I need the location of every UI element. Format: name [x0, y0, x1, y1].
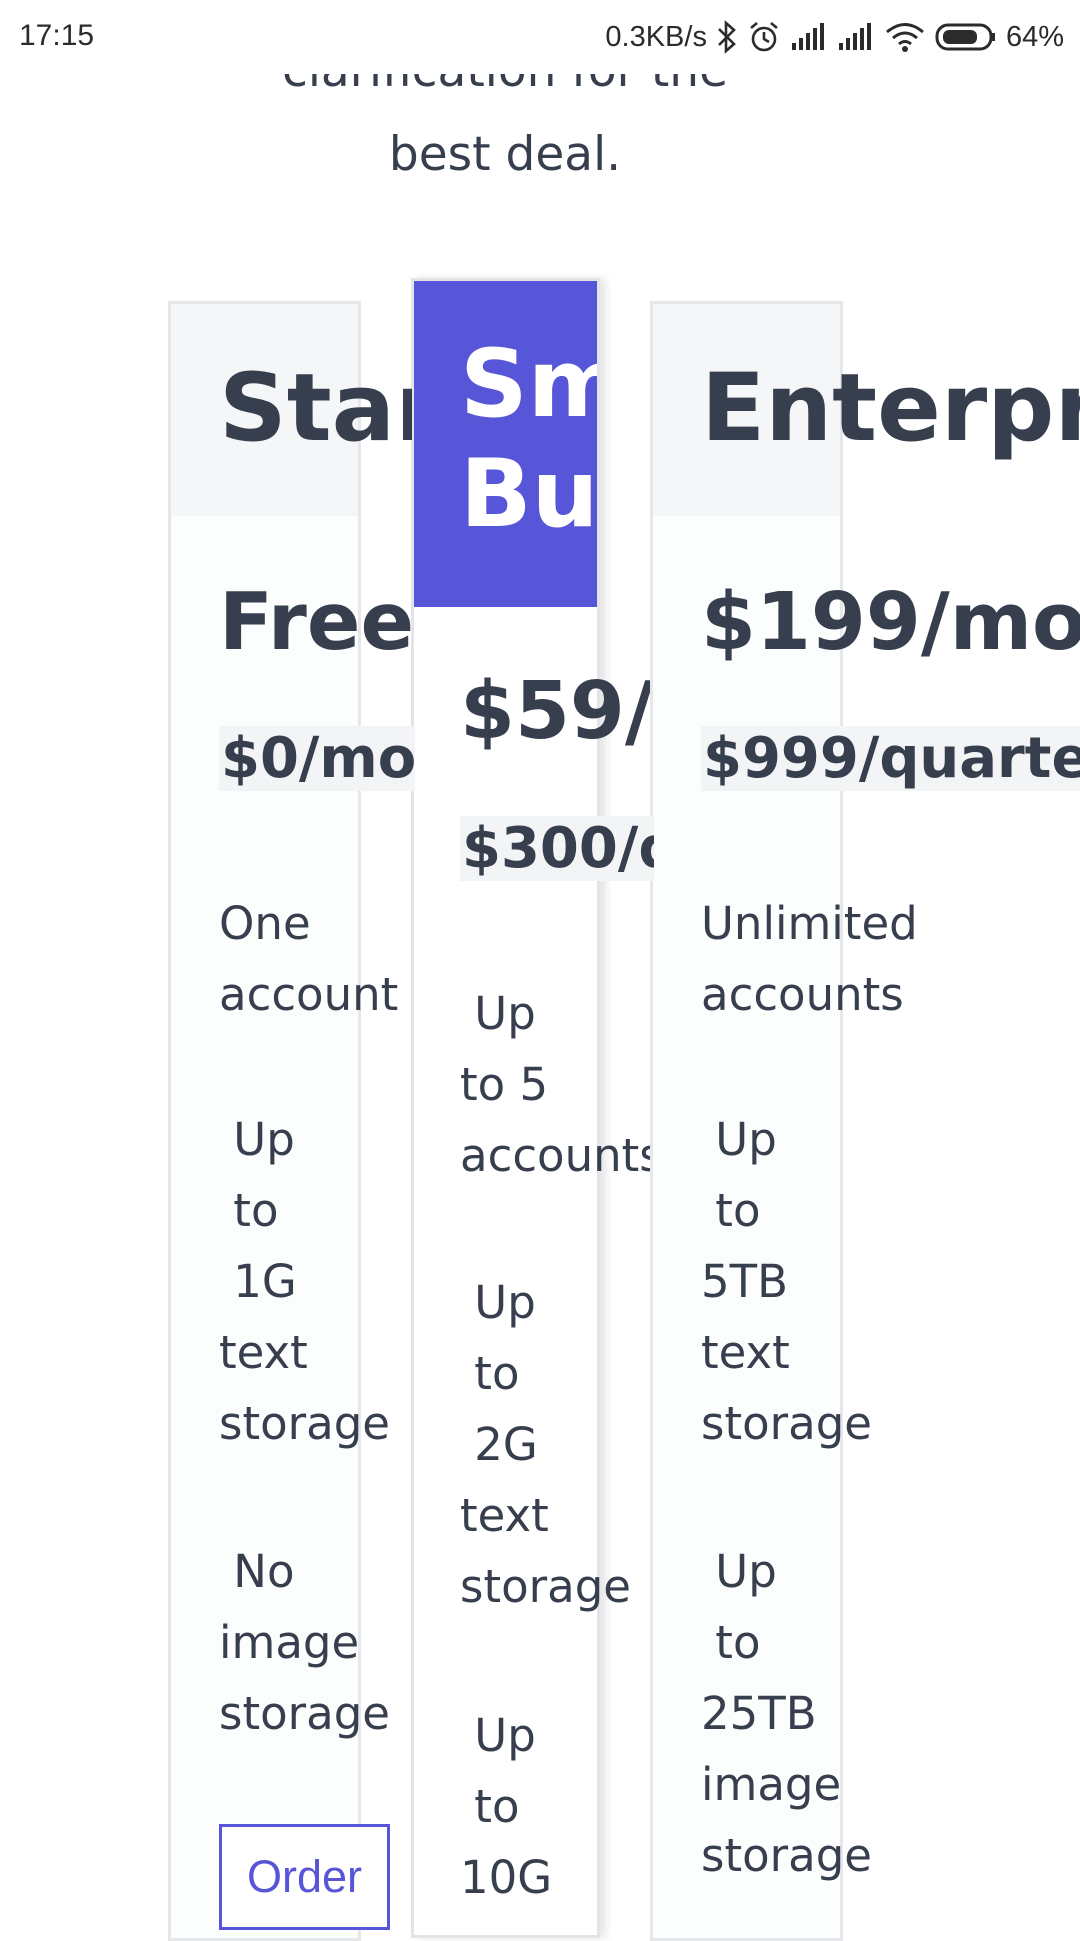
- status-bar: 17:15 0.3KB/s 64%: [0, 0, 1080, 74]
- feature-item: Up to 2G text storage: [460, 1276, 631, 1613]
- alarm-icon: [747, 20, 781, 54]
- status-time: 17:15: [19, 19, 95, 52]
- price-quarterly: $0/mon: [219, 726, 415, 791]
- bluetooth-icon: [716, 20, 738, 54]
- signal-icon: [837, 22, 875, 52]
- order-button[interactable]: Order: [219, 1824, 390, 1930]
- status-icons: 0.3KB/s 64%: [605, 17, 1064, 57]
- battery-percent: 64%: [1005, 20, 1064, 53]
- plan-title: Sma Bus: [460, 330, 597, 549]
- feature-item: Up to 5TB text storage: [701, 1113, 872, 1450]
- feature-item: Up to 10G: [460, 1709, 553, 1904]
- network-speed: 0.3KB/s: [605, 20, 707, 53]
- price-monthly: $199/mo: [701, 576, 1080, 668]
- feature-item: Up to 1G text storage: [219, 1113, 390, 1450]
- price-quarterly: $300/q: [460, 816, 654, 881]
- price-monthly: Free: [219, 576, 415, 668]
- battery-icon: [935, 22, 997, 52]
- feature-item: Up to 5 accounts: [460, 987, 650, 1182]
- price-quarterly: $999/quarter: [701, 726, 1080, 791]
- price-monthly: $59/m: [460, 665, 650, 757]
- plan-title: Start: [219, 356, 412, 462]
- feature-item: No image storage: [219, 1545, 390, 1740]
- feature-item: Up to 25TB image storage: [701, 1545, 872, 1882]
- wifi-icon: [884, 20, 926, 54]
- intro-text: best deal.: [388, 127, 622, 182]
- signal-icon: [790, 22, 828, 52]
- feature-item: Unlimited accounts: [701, 897, 918, 1021]
- plan-title: Enterpris: [701, 356, 1080, 462]
- feature-item: One account: [219, 897, 399, 1021]
